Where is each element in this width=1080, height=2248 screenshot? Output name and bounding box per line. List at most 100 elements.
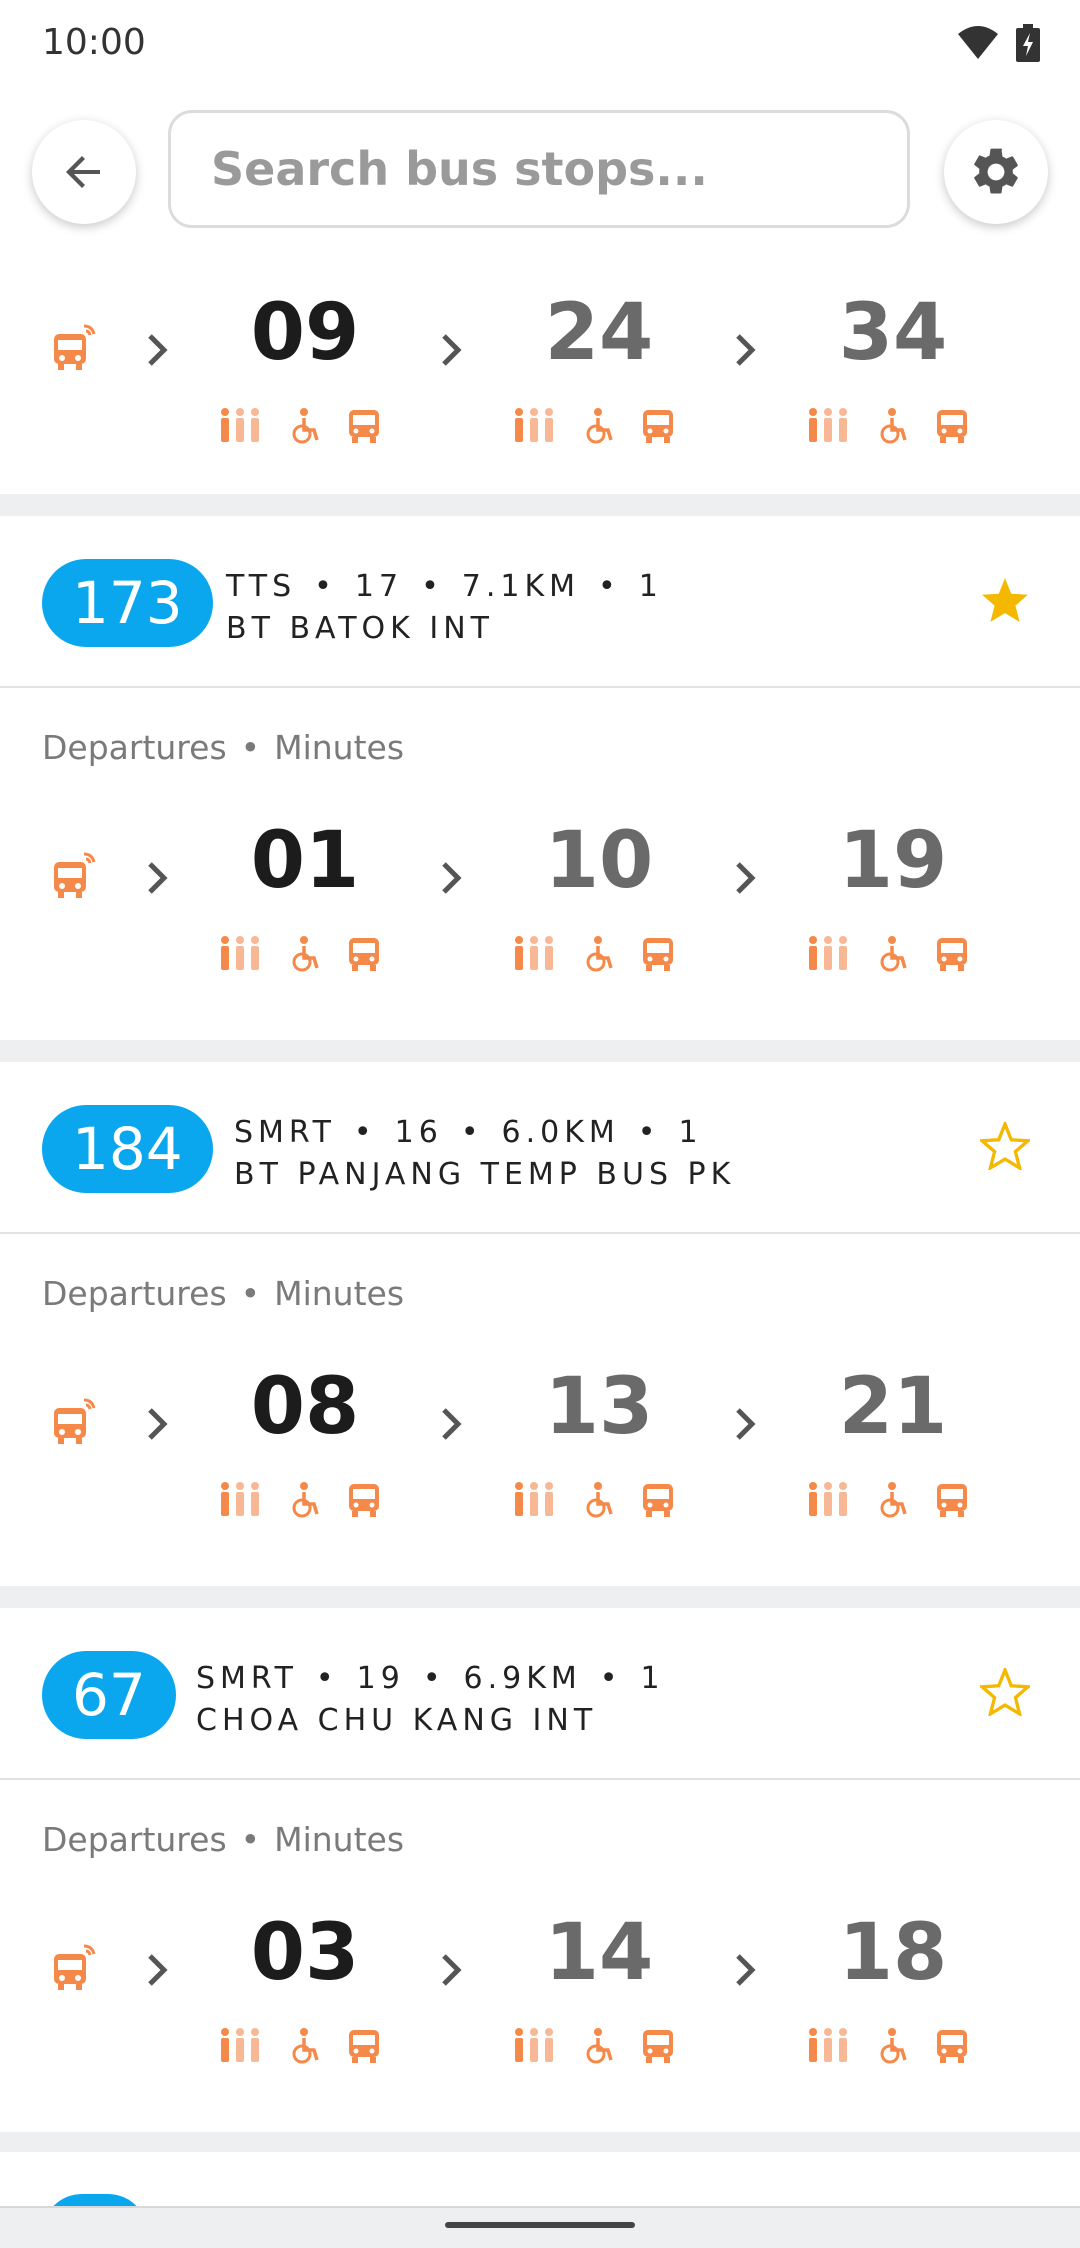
bus-features [218,408,380,444]
chevron-right-icon [148,334,168,366]
destination: BT BATOK INT [226,611,494,646]
seating-load-icon [221,1482,259,1516]
bus-type-icon [349,1484,379,1517]
bus-features [806,936,968,972]
chevron-right-icon [736,1954,756,1986]
separator-dot: • [240,1820,261,1859]
wheelchair-icon [292,936,319,972]
back-button[interactable] [32,120,136,224]
wheelchair-icon [586,2028,613,2064]
wifi-icon [958,26,998,59]
top-bar: Search bus stops... [0,88,1080,258]
route-meta: TTS • 17 • 7.1KM • 1 BT BATOK INT [226,566,663,650]
live-bus-icon [54,324,96,370]
separator-dot: • [353,1115,377,1150]
status-bar: 10:00 [0,0,1080,88]
direction: 1 [678,1115,703,1150]
bus-type-icon [937,410,967,443]
bus-type-icon [937,938,967,971]
distance: 6.9KM [463,1661,582,1696]
departures-text: Departures [42,728,227,767]
arrival-minutes: 18 [838,1908,948,1998]
route-number-badge[interactable]: 173 [42,559,213,647]
separator-dot: • [599,1661,623,1696]
service-card[interactable]: 173 TTS • 17 • 7.1KM • 1 BT BATOK INT Departures •… [0,516,1080,1040]
arrival-minutes: 14 [544,1908,654,1998]
chevron-right-icon [442,862,462,894]
departures-label: Departures • Minutes [42,1820,404,1859]
chevron-right-icon [442,1408,462,1440]
arrival-minutes: 21 [838,1362,948,1452]
bus-features [218,936,380,972]
seating-load-icon [809,2028,847,2062]
status-time: 10:00 [42,22,146,63]
wheelchair-icon [880,408,907,444]
distance: 6.0KM [501,1115,620,1150]
seating-load-icon [515,2028,553,2062]
operator: SMRT [196,1661,298,1696]
route-number-badge[interactable]: 67 [42,1651,176,1739]
bus-type-icon [937,2030,967,2063]
service-header[interactable]: 184 SMRT • 16 • 6.0KM • 1 BT PANJANG TEMP BUS PK [0,1062,1080,1234]
star-outline-icon[interactable] [980,1668,1030,1716]
bus-type-icon [643,938,673,971]
arrival-minutes: 34 [838,288,948,378]
live-bus-icon [54,852,96,898]
arrival-card-partial: 09 24 34 [0,258,1080,494]
bus-features [806,408,968,444]
arrival-minutes: 01 [250,816,360,906]
arrow-back-icon [66,156,100,188]
bus-features [218,1482,380,1518]
chevron-right-icon [148,1408,168,1440]
arrival-minutes: 19 [838,816,948,906]
chevron-right-icon [148,862,168,894]
separator-dot: • [240,1274,261,1313]
distance: 7.1KM [461,569,581,604]
search-input[interactable]: Search bus stops... [168,110,910,228]
chevron-right-icon [148,1954,168,1986]
home-indicator[interactable] [445,2222,635,2228]
service-card[interactable]: 67 SMRT • 19 • 6.9KM • 1 CHOA CHU KANG INT Depart… [0,1608,1080,2132]
destination: CHOA CHU KANG INT [196,1703,598,1738]
chevron-right-icon [736,862,756,894]
star-filled-icon[interactable] [980,576,1030,624]
wheelchair-icon [586,1482,613,1518]
bus-features [218,2028,380,2064]
bus-features [512,1482,674,1518]
bus-features [512,2028,674,2064]
separator-dot: • [421,569,444,604]
seating-load-icon [221,936,259,970]
settings-button[interactable] [944,120,1048,224]
separator-dot: • [315,1661,339,1696]
service-header[interactable]: 67 SMRT • 19 • 6.9KM • 1 CHOA CHU KANG INT [0,1608,1080,1780]
seating-load-icon [809,408,847,442]
minutes-text: Minutes [274,1820,405,1859]
bus-type-icon [349,2030,379,2063]
service-header[interactable]: 173 TTS • 17 • 7.1KM • 1 BT BATOK INT [0,516,1080,688]
operator: TTS [226,569,297,604]
minutes-text: Minutes [274,728,405,767]
seating-load-icon [221,408,259,442]
route-number-badge[interactable]: 184 [42,1105,213,1193]
seating-load-icon [221,2028,259,2062]
departures-text: Departures [42,1274,227,1313]
chevron-right-icon [736,334,756,366]
seating-load-icon [515,1482,553,1516]
route-meta-line: SMRT • 16 • 6.0KM • 1 [234,1112,735,1154]
arrival-minutes: 13 [544,1362,654,1452]
service-card[interactable]: 184 SMRT • 16 • 6.0KM • 1 BT PANJANG TEMP BUS PK… [0,1062,1080,1586]
direction: 1 [640,1661,665,1696]
stop-count: 16 [394,1115,443,1150]
seating-load-icon [809,936,847,970]
seating-load-icon [809,1482,847,1516]
route-meta-line: SMRT • 19 • 6.9KM • 1 [196,1658,665,1700]
bus-type-icon [643,410,673,443]
operator: SMRT [234,1115,336,1150]
departures-text: Departures [42,1820,227,1859]
live-bus-icon [54,1398,96,1444]
star-outline-icon[interactable] [980,1122,1030,1170]
direction: 1 [638,569,663,604]
status-icons [958,24,1040,62]
destination: BT PANJANG TEMP BUS PK [234,1157,736,1192]
separator-dot: • [314,569,337,604]
